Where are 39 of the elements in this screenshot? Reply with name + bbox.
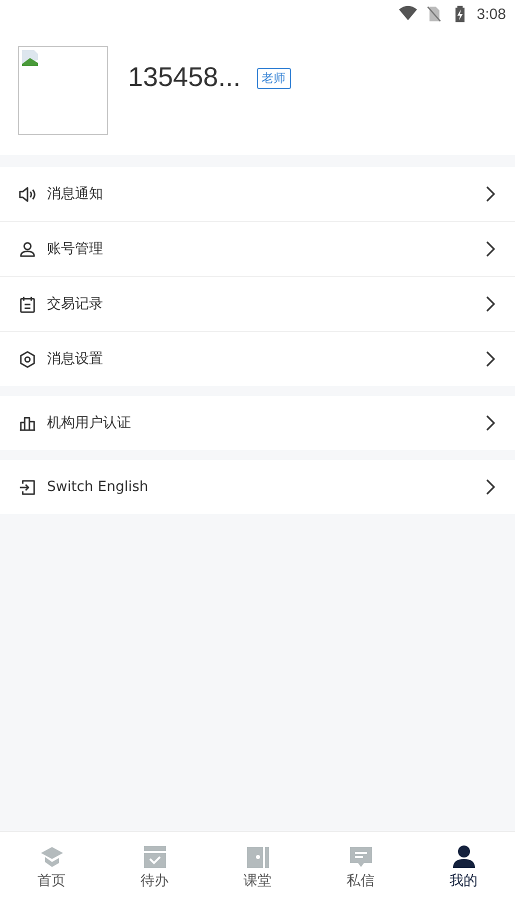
chevron-right-icon: [485, 295, 497, 313]
menu-item[interactable]: 交易记录: [0, 277, 515, 332]
tab[interactable]: 课堂: [206, 845, 309, 890]
speaker-icon: [18, 184, 37, 204]
book-icon: [246, 845, 270, 869]
graduation-cap-icon: [40, 845, 64, 869]
menu-item[interactable]: 消息通知: [0, 167, 515, 222]
user-name: 135458...: [128, 62, 241, 93]
wifi-icon: [398, 5, 417, 23]
menu-item[interactable]: Switch English: [0, 460, 515, 514]
tab[interactable]: 我的: [412, 845, 515, 890]
settings-icon: [18, 350, 37, 368]
tab[interactable]: 首页: [0, 845, 103, 890]
menu-label: Switch English: [47, 479, 150, 495]
menu-label: 账号管理: [47, 240, 104, 258]
inbox-check-icon: [142, 845, 166, 869]
person-icon: [452, 845, 476, 869]
broken-image-icon: [21, 49, 39, 67]
chevron-right-icon: [485, 478, 497, 496]
chevron-right-icon: [485, 240, 497, 258]
role-badge: 老师: [256, 68, 291, 89]
chevron-right-icon: [485, 414, 497, 432]
menu-item[interactable]: 消息设置: [0, 332, 515, 386]
tab[interactable]: 待办: [103, 845, 206, 890]
tab[interactable]: 私信: [309, 845, 412, 890]
menu-label: 机构用户认证: [47, 414, 132, 432]
menu-label: 消息设置: [47, 350, 104, 368]
menu-item[interactable]: 账号管理: [0, 222, 515, 277]
status-time: 3:08: [476, 6, 506, 22]
menu-label: 交易记录: [47, 295, 104, 313]
no-sim-icon: [424, 5, 443, 23]
menu-item[interactable]: 机构用户认证: [0, 396, 515, 450]
chevron-right-icon: [485, 350, 497, 368]
enter-icon: [18, 478, 37, 496]
chat-icon: [348, 845, 372, 869]
menu-label: 消息通知: [47, 185, 104, 203]
chevron-right-icon: [485, 185, 497, 203]
calendar-icon: [18, 294, 37, 314]
person-icon: [18, 240, 37, 258]
